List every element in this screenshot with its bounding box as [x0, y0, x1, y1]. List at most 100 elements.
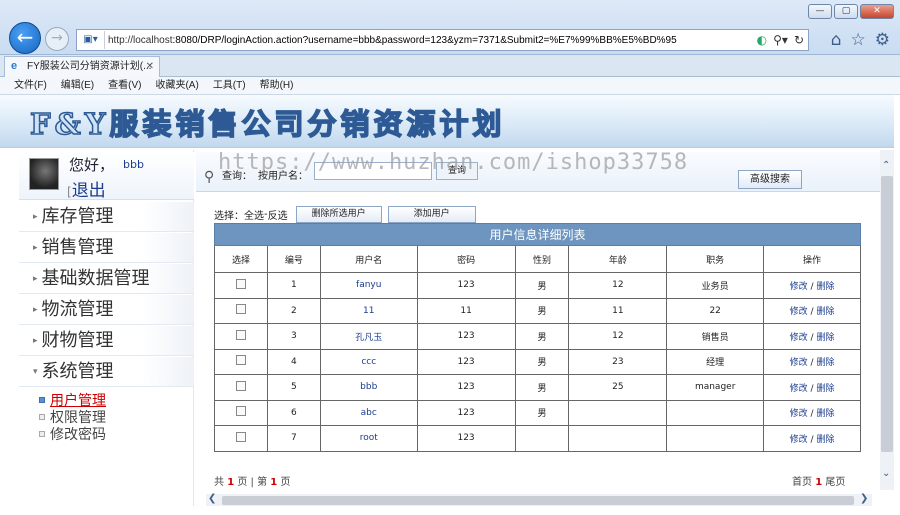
advanced-search-button[interactable]: 高级搜索	[738, 170, 802, 189]
bullet-icon	[39, 414, 45, 420]
add-user-button[interactable]: 添加用户	[387, 206, 476, 223]
horizontal-scroll-thumb[interactable]	[222, 496, 854, 505]
scroll-left-icon[interactable]: ❮	[208, 493, 216, 504]
menu-favorites[interactable]: 收藏夹(A)	[155, 77, 198, 94]
table-row: 6 abc 123 男 修改 / 删除	[214, 399, 861, 426]
age-cell: 12	[568, 272, 668, 299]
pager-total: 1	[227, 477, 235, 488]
select-all-link[interactable]: 全选	[244, 207, 264, 222]
chevron-right-icon: ▸	[33, 336, 38, 346]
sidebar-item-logistics[interactable]: ▸ 物流管理	[19, 295, 194, 325]
op-separator: /	[810, 434, 814, 445]
delete-link[interactable]: 删除	[816, 409, 834, 419]
edit-link[interactable]: 修改	[790, 333, 808, 343]
gear-icon[interactable]: ⚙	[875, 30, 890, 50]
chevron-down-icon: ▾	[33, 367, 38, 377]
close-window-button[interactable]: ✕	[860, 4, 894, 19]
gender-cell: 男	[514, 323, 570, 350]
delete-link[interactable]: 删除	[816, 384, 834, 394]
edit-link[interactable]: 修改	[790, 435, 808, 445]
sidebar-subitem-change-password[interactable]: 修改密码	[39, 428, 106, 443]
col-header-password: 密码	[416, 245, 516, 273]
page-icon[interactable]: ▣▾	[77, 31, 105, 49]
delete-link[interactable]: 删除	[816, 333, 834, 343]
row-checkbox[interactable]	[235, 278, 246, 289]
address-bar[interactable]: ▣▾ http://localhost:8080/DRP/loginAction…	[76, 29, 809, 51]
username-cell: abc	[319, 399, 418, 426]
search-button[interactable]: 查询	[436, 162, 478, 180]
gender-cell: 男	[514, 348, 570, 375]
pager-page-prefix: 第	[257, 477, 268, 488]
sidebar-item-label: 财物管理	[41, 330, 114, 351]
edit-link[interactable]: 修改	[790, 409, 808, 419]
sidebar-item-inventory[interactable]: ▸ 库存管理	[19, 202, 194, 232]
search-field-label: 按用户名：	[258, 171, 308, 182]
home-icon[interactable]: ⌂	[831, 30, 842, 50]
edit-link[interactable]: 修改	[790, 282, 808, 292]
select-label: 选择：	[214, 211, 244, 222]
scroll-up-icon[interactable]: ⌃	[882, 160, 890, 171]
delete-selected-button[interactable]: 删除所选用户	[295, 206, 382, 223]
last-page-link[interactable]: 尾页	[825, 477, 845, 488]
sidebar-item-label: 销售管理	[41, 237, 114, 258]
logout-link[interactable]: [退出	[67, 176, 106, 201]
id-cell: 4	[266, 348, 321, 375]
edit-link[interactable]: 修改	[790, 358, 808, 368]
search-icon: ⚲	[204, 169, 215, 185]
minimize-button[interactable]: —	[808, 4, 832, 19]
scroll-right-icon[interactable]: ❯	[860, 493, 868, 504]
delete-link[interactable]: 删除	[816, 435, 834, 445]
browser-chrome: — ▢ ✕ ← → ▣▾ http://localhost:8080/DRP/l…	[0, 0, 900, 55]
select-cell	[214, 348, 268, 375]
row-checkbox[interactable]	[235, 329, 246, 340]
sidebar-item-system[interactable]: ▾ 系统管理	[19, 357, 194, 387]
scroll-down-icon[interactable]: ⌄	[882, 468, 890, 479]
role-cell: 经理	[666, 348, 765, 375]
refresh-icon[interactable]: ↻	[794, 33, 804, 47]
menu-help[interactable]: 帮助(H)	[260, 77, 294, 94]
edit-link[interactable]: 修改	[790, 307, 808, 317]
table-row: 5 bbb 123 男 25 manager 修改 / 删除	[214, 374, 861, 401]
vertical-scroll-thumb[interactable]	[881, 176, 893, 452]
sidebar-item-basic-data[interactable]: ▸ 基础数据管理	[19, 264, 194, 294]
search-dropdown-icon[interactable]: ⚲▾	[773, 33, 788, 47]
favorites-star-icon[interactable]: ☆	[851, 30, 866, 50]
sidebar-subitem-permissions[interactable]: 权限管理	[39, 411, 106, 426]
sidebar-item-sales[interactable]: ▸ 销售管理	[19, 233, 194, 263]
menu-tools[interactable]: 工具(T)	[213, 77, 246, 94]
row-checkbox[interactable]	[235, 431, 246, 442]
row-checkbox[interactable]	[235, 406, 246, 417]
back-arrow-icon[interactable]: ←	[9, 22, 41, 54]
invert-selection-link[interactable]: 反选	[268, 207, 288, 222]
edit-link[interactable]: 修改	[790, 384, 808, 394]
avatar	[29, 158, 59, 190]
delete-link[interactable]: 删除	[816, 307, 834, 317]
maximize-button[interactable]: ▢	[834, 4, 858, 19]
sidebar-subitem-user-management[interactable]: 用户管理	[39, 394, 106, 409]
greeting: 您好，	[69, 156, 115, 174]
op-separator: /	[810, 307, 814, 318]
sidebar-item-finance[interactable]: ▸ 财物管理	[19, 326, 194, 356]
first-page-link[interactable]: 首页	[792, 477, 812, 488]
menu-edit[interactable]: 编辑(E)	[61, 77, 94, 94]
url-text[interactable]: http://localhost:8080/DRP/loginAction.ac…	[105, 35, 753, 46]
delete-link[interactable]: 删除	[816, 282, 834, 292]
user-name: bbb	[123, 158, 144, 171]
pager-page-suffix: 页	[280, 477, 291, 488]
chevron-right-icon: ▸	[33, 243, 38, 253]
table-caption: 用户信息详细列表	[214, 223, 861, 246]
username-search-input[interactable]	[314, 162, 432, 180]
username-cell: ccc	[319, 348, 418, 375]
sidebar-subitem-label: 权限管理	[50, 410, 106, 426]
row-checkbox[interactable]	[235, 380, 246, 391]
delete-link[interactable]: 删除	[816, 358, 834, 368]
close-tab-icon[interactable]: ✕	[146, 57, 154, 76]
row-checkbox[interactable]	[235, 355, 246, 366]
menu-file[interactable]: 文件(F)	[14, 77, 47, 94]
compat-icon[interactable]: ◐	[757, 33, 767, 47]
forward-arrow-icon[interactable]: →	[45, 27, 69, 51]
menu-view[interactable]: 查看(V)	[108, 77, 141, 94]
select-cell	[214, 323, 268, 350]
browser-tab[interactable]: e FY服装公司分销资源计划(... ✕	[4, 56, 160, 77]
row-checkbox[interactable]	[235, 304, 246, 315]
